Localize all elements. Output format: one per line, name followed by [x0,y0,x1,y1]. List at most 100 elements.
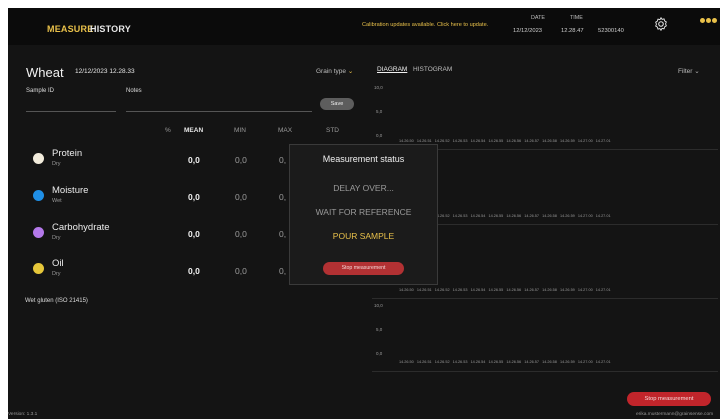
tab-diagram[interactable]: DIAGRAM [377,66,407,73]
col-percent: % [165,127,171,134]
col-mean: MEAN [184,127,204,134]
time-value: 12.28.47 [561,28,584,34]
x-axis-ticks: 14.26.5014.26.5114.26.5214.26.5314.26.54… [399,288,614,292]
protein-color-dot [33,153,44,164]
x-tick: 14.26.54 [470,288,486,292]
x-tick: 14.27.01 [595,214,611,218]
sample-id-label: Sample ID [26,88,55,94]
x-tick: 14.26.52 [434,288,450,292]
row-max: 0, [279,229,287,239]
status-step: WAIT FOR REFERENCE [315,207,412,217]
x-tick: 14.26.56 [506,288,522,292]
x-tick: 14.26.54 [470,360,486,364]
x-tick: 14.27.00 [577,139,593,143]
row-mean: 0,0 [188,155,200,165]
status-step: DELAY OVER... [333,183,394,193]
col-std: STD [326,127,339,134]
row-mean: 0,0 [188,229,200,239]
x-tick: 14.27.00 [577,288,593,292]
app-window: MEASURE HISTORY Calibration updates avai… [8,8,720,419]
notes-input[interactable] [126,111,312,112]
dialog-stop-button[interactable]: Stop measurement [323,262,404,275]
status-step-active: POUR SAMPLE [332,231,395,241]
y-tick: 5,0 [376,109,383,114]
x-tick: 14.26.57 [524,214,540,218]
row-sub: Dry [52,235,61,241]
y-tick: 0,0 [376,133,383,138]
x-tick: 14.27.01 [595,139,611,143]
save-button[interactable]: Save [320,98,354,110]
x-tick: 14.26.56 [506,214,522,218]
x-tick: 14.26.53 [452,214,468,218]
filter-select[interactable]: Filter ⌄ [678,67,700,75]
chevron-down-icon: ⌄ [347,68,354,75]
x-tick: 14.26.50 [399,288,414,292]
row-name: Protein [52,148,83,159]
row-sub: Dry [52,271,61,277]
x-tick: 14.27.00 [577,360,593,364]
stop-measurement-button[interactable]: Stop measurement [627,392,711,406]
row-mean: 0,0 [188,266,200,276]
wet-gluten-label: Wet gluten (ISO 21415) [25,298,88,304]
x-axis-ticks: 14.26.5014.26.5114.26.5214.26.5314.26.54… [399,139,614,143]
x-tick: 14.26.58 [542,288,557,292]
nav-measure[interactable]: MEASURE [47,24,93,34]
col-min: MIN [234,127,246,134]
x-tick: 14.26.54 [470,214,486,218]
x-tick: 14.26.52 [434,139,450,143]
nav-history[interactable]: HISTORY [90,24,131,34]
x-tick: 14.26.57 [524,288,540,292]
x-tick: 14.26.58 [542,214,557,218]
measurement-status-dialog: Measurement status DELAY OVER... WAIT FO… [289,144,438,285]
window-controls[interactable] [700,10,718,28]
x-tick: 14.26.53 [452,288,468,292]
x-tick: 14.26.57 [524,360,540,364]
x-tick: 14.27.00 [577,214,593,218]
row-min: 0,0 [235,155,247,165]
x-tick: 14.27.01 [595,360,611,364]
row-name: Moisture [52,185,89,196]
x-tick: 14.26.51 [416,139,432,143]
carbohydrate-color-dot [33,227,44,238]
x-tick: 14.26.53 [452,139,468,143]
oil-color-dot [33,263,44,274]
x-axis-ticks: 14.26.5014.26.5114.26.5214.26.5314.26.54… [399,360,614,364]
x-tick: 14.26.51 [416,288,432,292]
grain-type-label: Grain type [316,68,346,75]
row-max: 0, [279,266,287,276]
x-tick: 14.26.56 [506,360,522,364]
y-tick: 0,0 [376,351,383,356]
gear-icon[interactable] [653,16,669,32]
serial-value: 52300140 [598,28,624,34]
x-tick: 14.26.55 [488,288,504,292]
row-min: 0,0 [235,229,247,239]
x-tick: 14.26.55 [488,360,504,364]
row-name: Oil [52,258,64,269]
chart-baseline [372,298,718,299]
x-tick: 14.26.59 [560,360,575,364]
x-tick: 14.26.54 [470,139,486,143]
filter-label: Filter [678,68,693,75]
calibration-notice[interactable]: Calibration updates available. Click her… [362,22,488,28]
grain-title: Wheat [26,65,64,80]
x-tick: 14.26.59 [560,139,575,143]
x-tick: 14.26.57 [524,139,540,143]
x-tick: 14.26.50 [399,139,414,143]
row-max: 0, [279,155,287,165]
row-min: 0,0 [235,266,247,276]
dialog-title: Measurement status [322,154,405,164]
x-tick: 14.26.50 [399,360,414,364]
row-sub: Wet [52,198,62,204]
x-tick: 14.26.51 [416,360,432,364]
notes-label: Notes [126,88,142,94]
user-email: erika.mustermann@grainsense.com [636,412,714,417]
date-label: DATE [531,15,545,21]
x-tick: 14.26.59 [560,288,575,292]
version-label: Version: 1.3.1 [8,412,38,417]
x-tick: 14.26.55 [488,139,504,143]
x-tick: 14.26.55 [488,214,504,218]
row-max: 0, [279,192,287,202]
tab-histogram[interactable]: HISTOGRAM [413,66,452,73]
grain-type-select[interactable]: Grain type ⌄ [316,67,353,75]
sample-id-input[interactable] [26,111,116,112]
